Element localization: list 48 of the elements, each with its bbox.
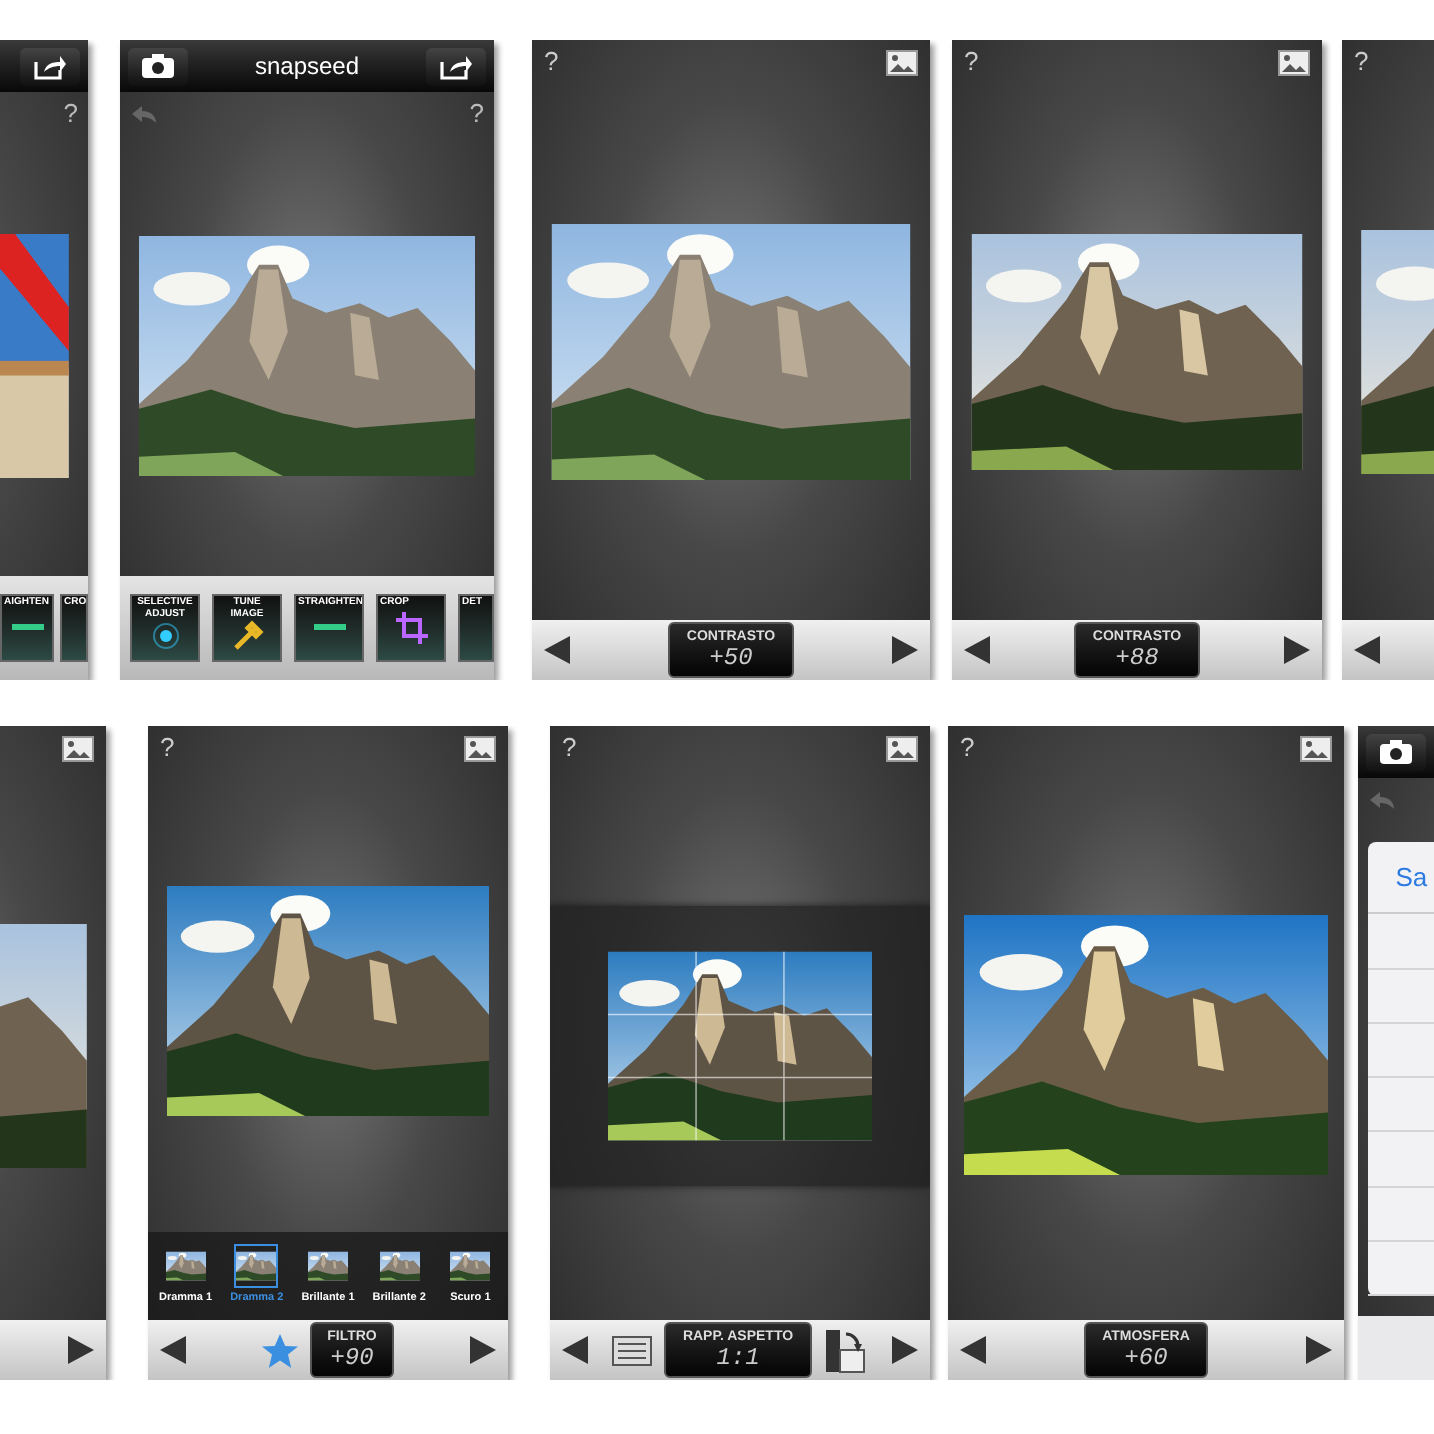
app-title: snapseed [254, 50, 360, 84]
share-icon[interactable] [439, 53, 472, 79]
help-button[interactable]: ? [160, 728, 175, 768]
next-arrow-icon[interactable] [888, 634, 920, 666]
image-icon[interactable] [886, 735, 918, 761]
share-icon[interactable] [34, 53, 66, 79]
next-arrow-icon[interactable] [1280, 634, 1312, 666]
help-button[interactable]: ? [469, 94, 484, 134]
control-value: +90 [330, 1346, 374, 1372]
next-arrow-icon[interactable] [1302, 1334, 1334, 1366]
level-bar-icon [11, 624, 43, 630]
previous-arrow-icon[interactable] [560, 1334, 592, 1366]
image-icon[interactable] [1278, 49, 1310, 75]
camera-button[interactable] [128, 47, 188, 85]
help-button[interactable]: ? [960, 728, 975, 768]
filter-thumbnail[interactable] [236, 1245, 277, 1286]
previous-arrow-icon[interactable] [542, 634, 574, 666]
previous-arrow-icon[interactable] [958, 1334, 990, 1366]
help-button[interactable]: ? [562, 728, 577, 768]
help-button[interactable]: ? [544, 42, 559, 82]
help-button[interactable]: ? [964, 42, 979, 82]
next-arrow-icon[interactable] [64, 1334, 96, 1366]
crop-icon [391, 608, 431, 644]
camera-icon[interactable] [1378, 738, 1414, 766]
previous-arrow-icon[interactable] [158, 1334, 190, 1366]
level-bar-icon [313, 624, 345, 630]
grid-icon[interactable] [612, 1335, 653, 1365]
rotate-icon[interactable] [823, 1326, 868, 1374]
help-button[interactable]: ? [63, 94, 78, 134]
camera-icon[interactable] [140, 52, 176, 80]
star-icon[interactable] [261, 1333, 298, 1367]
image-icon[interactable] [464, 735, 496, 761]
camera-button[interactable] [1366, 733, 1426, 771]
previous-arrow-icon[interactable] [1352, 634, 1384, 666]
previous-arrow-icon[interactable] [962, 634, 994, 666]
control-value: +50 [709, 646, 753, 672]
control-value: +88 [1115, 646, 1159, 672]
dialog-option[interactable]: Sa [1367, 841, 1434, 915]
image-icon[interactable] [62, 735, 94, 761]
image-icon[interactable] [1300, 735, 1332, 761]
next-arrow-icon[interactable] [465, 1334, 498, 1366]
control-value: 1:1 [716, 1346, 760, 1372]
share-button[interactable] [20, 47, 80, 85]
share-button[interactable] [425, 47, 486, 85]
control-value: +60 [1124, 1346, 1168, 1372]
next-arrow-icon[interactable] [887, 1334, 920, 1366]
help-button[interactable]: ? [1354, 42, 1369, 82]
image-icon[interactable] [886, 49, 918, 75]
